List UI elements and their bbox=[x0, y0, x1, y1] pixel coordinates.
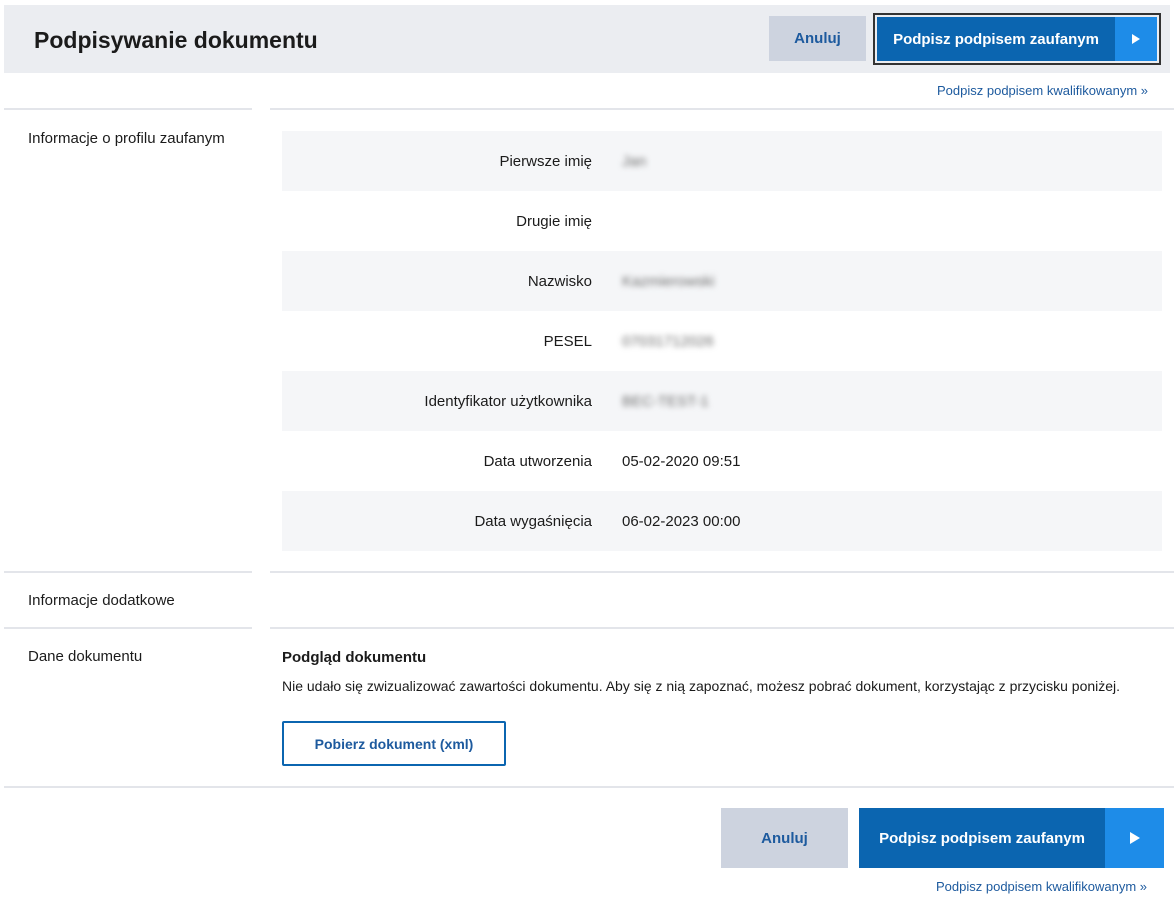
section-label-profile: Informacje o profilu zaufanym bbox=[28, 130, 225, 147]
profile-row-value: BEC-TEST-1 bbox=[622, 392, 709, 410]
preview-message: Nie udało się zwizualizować zawartości d… bbox=[282, 678, 1121, 694]
header-cancel-button[interactable]: Anuluj bbox=[769, 16, 866, 61]
divider bbox=[4, 571, 252, 573]
divider bbox=[270, 108, 1174, 110]
profile-row-label: Nazwisko bbox=[527, 272, 592, 290]
profile-row-second-name: Drugie imię bbox=[282, 191, 1162, 251]
footer-qualified-signature-link[interactable]: Podpisz podpisem kwalifikowanym » bbox=[936, 879, 1147, 894]
profile-row-label: Identyfikator użytkownika bbox=[424, 392, 592, 410]
profile-row-first-name: Pierwsze imię Jan bbox=[282, 131, 1162, 191]
play-arrow-icon bbox=[1115, 17, 1157, 61]
profile-row-label: Data utworzenia bbox=[483, 452, 592, 470]
profile-row-label: Drugie imię bbox=[516, 212, 592, 230]
section-label-document: Dane dokumentu bbox=[28, 648, 143, 665]
profile-row-expires: Data wygaśnięcia 06-02-2023 00:00 bbox=[282, 491, 1162, 551]
divider bbox=[270, 571, 1174, 573]
footer-sign-button-label: Podpisz podpisem zaufanym bbox=[879, 829, 1085, 847]
preview-title: Podgląd dokumentu bbox=[282, 649, 427, 666]
footer-cancel-button[interactable]: Anuluj bbox=[721, 808, 848, 868]
header-sign-button[interactable]: Podpisz podpisem zaufanym bbox=[873, 13, 1161, 65]
profile-row-value: 06-02-2023 00:00 bbox=[622, 512, 741, 530]
page-title: Podpisywanie dokumentu bbox=[34, 27, 318, 53]
profile-row-value: Jan bbox=[622, 152, 647, 170]
download-document-button[interactable]: Pobierz dokument (xml) bbox=[282, 721, 506, 766]
footer-sign-button[interactable]: Podpisz podpisem zaufanym bbox=[859, 808, 1164, 868]
profile-row-value: 05-02-2020 09:51 bbox=[622, 452, 741, 470]
profile-row-value: 07031712026 bbox=[622, 332, 714, 350]
profile-row-pesel: PESEL 07031712026 bbox=[282, 311, 1162, 371]
profile-row-label: Data wygaśnięcia bbox=[474, 512, 592, 530]
play-arrow-icon bbox=[1105, 808, 1164, 868]
divider bbox=[4, 627, 252, 629]
divider bbox=[4, 108, 252, 110]
profile-row-created: Data utworzenia 05-02-2020 09:51 bbox=[282, 431, 1162, 491]
header-sign-button-label: Podpisz podpisem zaufanym bbox=[893, 30, 1099, 48]
profile-row-value: Kazmierowski bbox=[622, 272, 715, 290]
profile-row-label: PESEL bbox=[543, 332, 592, 350]
header-sign-button-body[interactable]: Podpisz podpisem zaufanym bbox=[877, 17, 1157, 61]
divider bbox=[270, 627, 1174, 629]
section-label-additional: Informacje dodatkowe bbox=[28, 592, 175, 609]
divider bbox=[4, 786, 1174, 788]
profile-row-label: Pierwsze imię bbox=[499, 152, 592, 170]
profile-row-surname: Nazwisko Kazmierowski bbox=[282, 251, 1162, 311]
profile-row-user-id: Identyfikator użytkownika BEC-TEST-1 bbox=[282, 371, 1162, 431]
header-qualified-signature-link[interactable]: Podpisz podpisem kwalifikowanym » bbox=[937, 83, 1148, 98]
